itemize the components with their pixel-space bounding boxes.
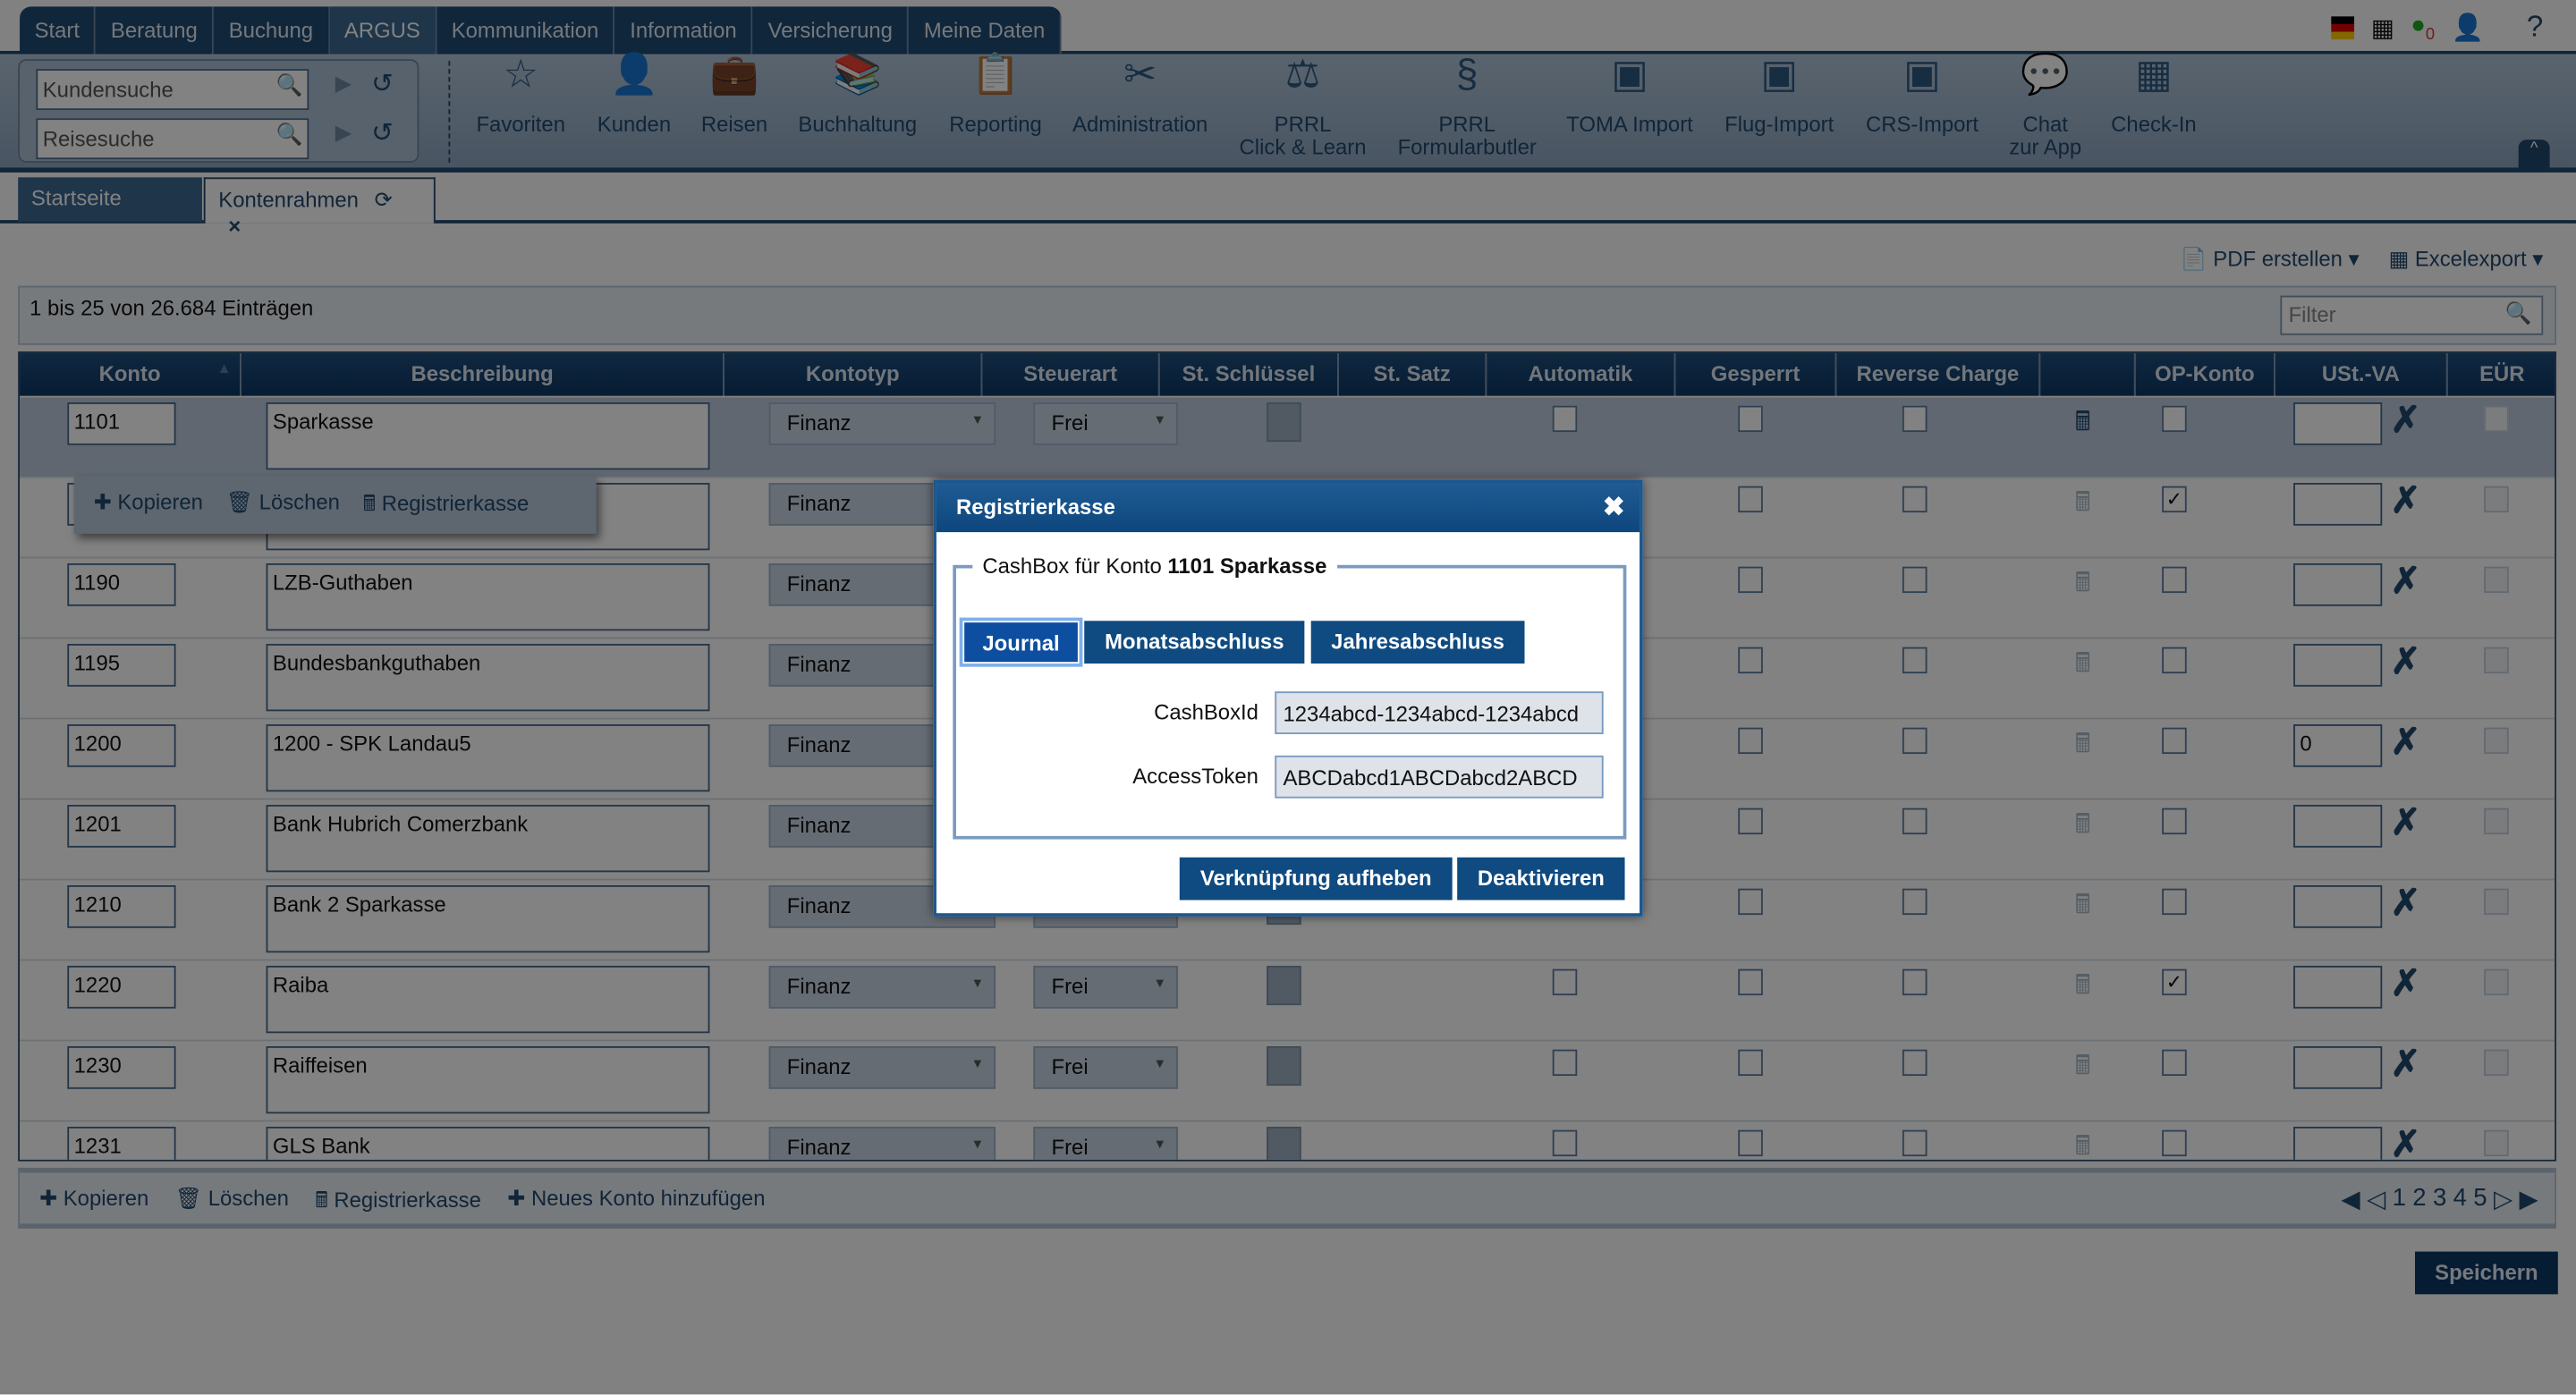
unlink-button[interactable]: Verknüpfung aufheben: [1179, 857, 1453, 900]
legend-text: CashBox für Konto: [982, 553, 1168, 579]
legend-account: 1101 Sparkasse: [1167, 553, 1327, 579]
dialog-header: Registrierkasse ✖: [936, 482, 1640, 533]
access-token-field[interactable]: ABCDabcd1ABCDabcd2ABCD: [1275, 755, 1604, 799]
dialog-title: Registrierkasse: [955, 494, 1115, 520]
tab-journal[interactable]: Journal: [959, 617, 1083, 667]
cashbox-id-field[interactable]: 1234abcd-1234abcd-1234abcd: [1275, 691, 1604, 735]
register-dialog: Registrierkasse ✖ CashBox für Konto 1101…: [933, 479, 1643, 917]
access-token-label: AccessToken: [1132, 764, 1258, 789]
fieldset-legend: CashBox für Konto 1101 Sparkasse: [972, 553, 1337, 579]
tab-jahresabschluss[interactable]: Jahresabschluss: [1310, 621, 1525, 664]
close-icon[interactable]: ✖: [1603, 491, 1625, 524]
cashbox-id-label: CashBoxId: [1154, 699, 1258, 724]
cashbox-fieldset: CashBox für Konto 1101 Sparkasse Journal…: [953, 553, 1627, 840]
app-window: Start Beratung Buchung ARGUS Kommunikation In…: [0, 0, 2576, 1395]
deactivate-button[interactable]: Deaktivieren: [1457, 857, 1625, 900]
tab-monatsabschluss[interactable]: Monatsabschluss: [1084, 621, 1305, 664]
